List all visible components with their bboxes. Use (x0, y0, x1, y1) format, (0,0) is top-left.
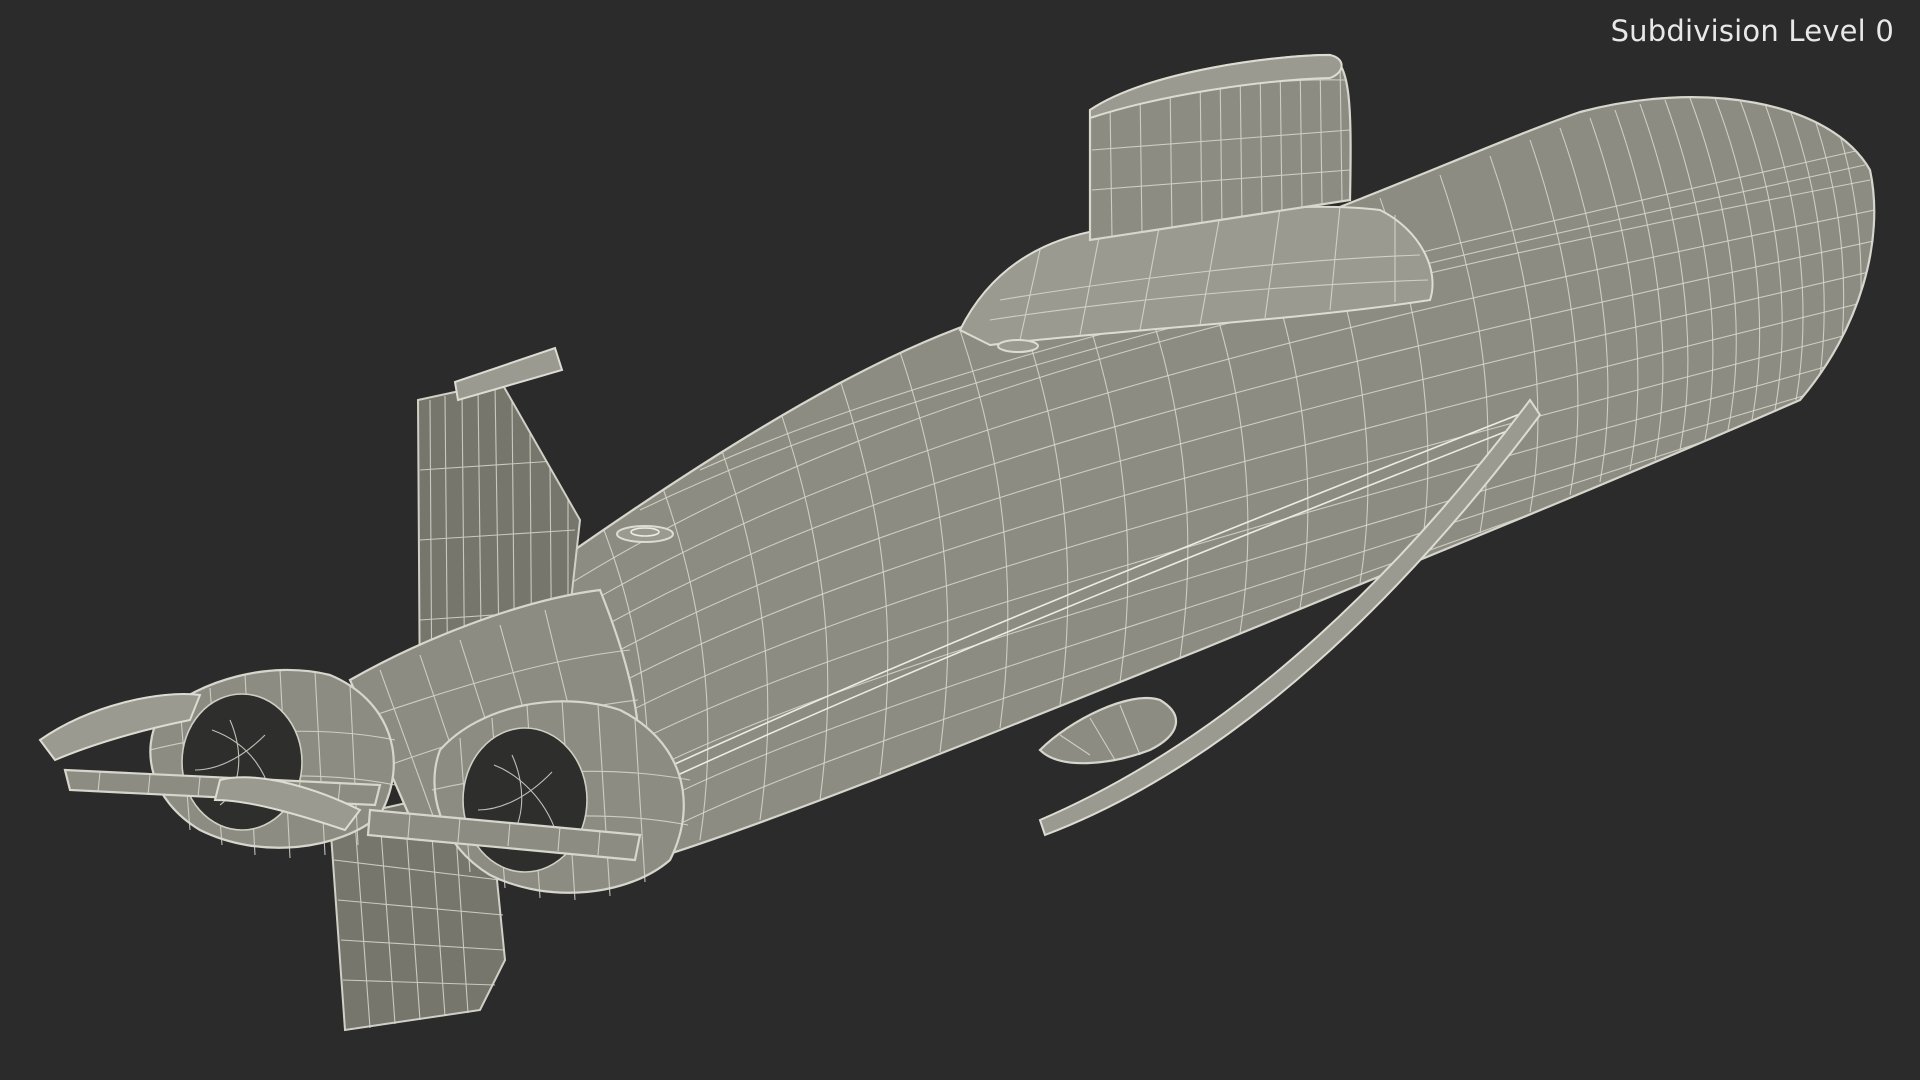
subdivision-level-label: Subdivision Level 0 (1610, 14, 1894, 48)
ventral-pod (1038, 697, 1178, 765)
submarine-wireframe-model[interactable] (0, 0, 1920, 1080)
3d-viewport[interactable]: Subdivision Level 0 (0, 0, 1920, 1080)
deck-hatch (616, 525, 674, 543)
